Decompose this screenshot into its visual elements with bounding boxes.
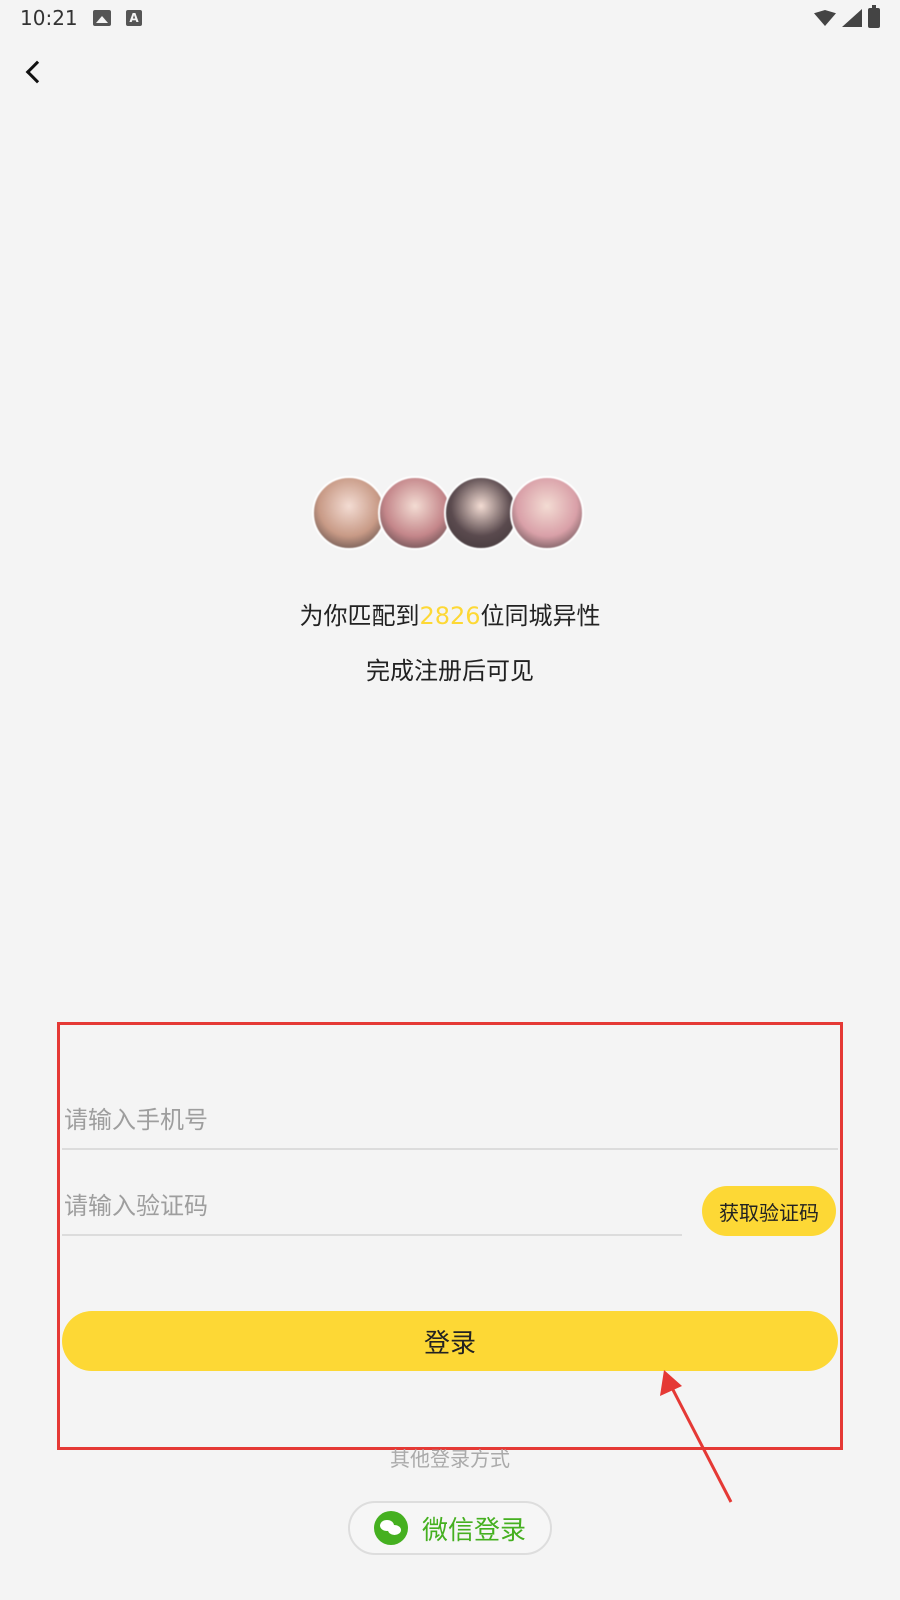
avatar [444, 476, 518, 550]
wifi-icon [814, 10, 836, 26]
match-count: 2826 [419, 602, 481, 630]
annotation-highlight-box [57, 1022, 843, 1450]
get-code-button[interactable]: 获取验证码 [702, 1186, 836, 1236]
avatar-group [312, 476, 592, 552]
avatar [378, 476, 452, 550]
match-prefix: 为你匹配到 [299, 602, 420, 630]
signal-icon [842, 9, 862, 27]
wechat-icon [373, 1511, 408, 1545]
status-time: 10:21 [20, 6, 78, 30]
chevron-left-icon [25, 60, 49, 84]
a-icon: A [126, 10, 142, 26]
status-indicators [814, 5, 880, 30]
login-button[interactable]: 登录 [62, 1311, 838, 1371]
match-count-text: 为你匹配到2826位同城异性 [0, 596, 900, 631]
image-icon [93, 10, 111, 26]
avatar [312, 476, 386, 550]
wechat-login-label: 微信登录 [421, 1515, 526, 1546]
other-login-label: 其他登录方式 [390, 1447, 510, 1471]
status-bar: 10:21 A [0, 0, 900, 36]
battery-icon [868, 5, 880, 28]
register-hint: 完成注册后可见 [366, 657, 534, 685]
phone-input[interactable] [62, 1092, 838, 1150]
avatar [510, 476, 584, 550]
match-suffix: 位同城异性 [480, 602, 601, 630]
verification-code-input[interactable] [62, 1178, 682, 1236]
back-button[interactable] [14, 52, 54, 92]
wechat-login-button[interactable]: 微信登录 [348, 1501, 552, 1555]
